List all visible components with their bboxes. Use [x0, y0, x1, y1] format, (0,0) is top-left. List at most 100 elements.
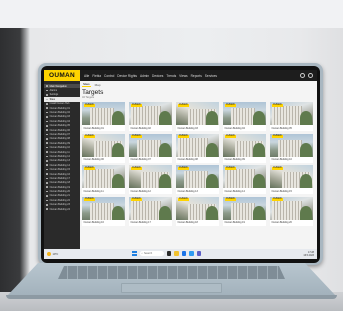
site-card[interactable]: OUMAN Ouman Building 17	[129, 196, 172, 226]
background-wall	[0, 0, 343, 28]
menu-item[interactable]: Control	[104, 74, 114, 78]
ouman-logo[interactable]: OUMAN	[44, 70, 80, 81]
sidebar-item-label: Ouman Building 15	[49, 168, 70, 172]
menu-item[interactable]: Device Rights	[117, 74, 137, 78]
ouman-tag: OUMAN	[271, 166, 284, 170]
tab-map[interactable]: Map	[94, 83, 102, 87]
trackpad	[121, 283, 222, 293]
tree-shape	[206, 142, 218, 157]
bullet-icon	[46, 85, 48, 87]
tree-shape	[112, 111, 124, 125]
site-card[interactable]: OUMAN Ouman Building 01	[82, 102, 125, 131]
bullet-icon	[46, 102, 48, 105]
site-card[interactable]: OUMAN Ouman Building 09	[223, 133, 266, 163]
help-icon[interactable]	[300, 73, 305, 78]
sidebar-item-label: Ouman Building 14	[49, 163, 70, 167]
site-card[interactable]: OUMAN Ouman Building 02	[129, 102, 172, 131]
tree-shape	[159, 205, 171, 220]
sidebar-item-label: Ouman Building 03	[49, 115, 70, 119]
menu-item[interactable]: Devices	[152, 74, 163, 78]
building-shape	[90, 108, 114, 125]
site-card[interactable]: OUMAN Ouman Building 10	[270, 133, 313, 163]
site-card[interactable]: OUMAN Ouman Building 13	[176, 165, 219, 194]
building-shape	[225, 169, 255, 188]
topbar-actions	[300, 73, 317, 78]
tree-shape	[206, 205, 218, 220]
building-photo: OUMAN	[270, 102, 313, 125]
site-card[interactable]: OUMAN Ouman Building 11	[82, 165, 125, 194]
site-card-caption: Ouman Building 19	[223, 219, 266, 226]
ouman-tag: OUMAN	[224, 103, 237, 107]
bullet-icon	[46, 133, 48, 136]
site-card[interactable]: OUMAN Ouman Building 07	[129, 133, 172, 163]
task-view-icon[interactable]	[166, 251, 171, 256]
site-card[interactable]: OUMAN Ouman Building 14	[223, 165, 266, 194]
building-photo: OUMAN	[223, 102, 266, 125]
tree-shape	[300, 174, 312, 188]
search-placeholder: Search	[143, 252, 153, 255]
site-card[interactable]: OUMAN Ouman Building 19	[223, 196, 266, 226]
site-card[interactable]: OUMAN Ouman Building 12	[129, 165, 172, 194]
site-card[interactable]: OUMAN Ouman Building 05	[270, 102, 313, 131]
site-card[interactable]: OUMAN Ouman Building 16	[82, 196, 125, 226]
bullet-icon	[46, 138, 48, 140]
sun-icon	[47, 252, 51, 256]
windows-start-icon[interactable]	[132, 251, 137, 256]
bullet-icon	[46, 208, 48, 210]
ouman-tag: OUMAN	[177, 198, 190, 202]
main-content: Sites Map Targets 32 Targets OUMAN Ouman …	[82, 82, 315, 248]
menu-item[interactable]: Services	[205, 74, 217, 78]
site-card[interactable]: OUMAN Ouman Building 18	[176, 196, 219, 226]
tab-sites[interactable]: Sites	[82, 82, 91, 87]
menu-item[interactable]: Admin	[140, 74, 149, 78]
menu-item[interactable]: Fiebia	[92, 74, 101, 78]
store-icon[interactable]	[189, 251, 194, 256]
page-title: Targets	[82, 89, 104, 96]
menu-item[interactable]: Reports	[191, 74, 202, 78]
site-card[interactable]: OUMAN Ouman Building 03	[176, 102, 219, 131]
tree-shape	[159, 142, 171, 157]
bullet-icon	[46, 120, 48, 123]
tree-shape	[159, 174, 171, 188]
ouman-tag: OUMAN	[130, 198, 143, 202]
user-icon[interactable]	[308, 73, 313, 78]
site-card[interactable]: OUMAN Ouman Building 20	[270, 196, 313, 226]
site-card[interactable]: OUMAN Ouman Building 08	[176, 133, 219, 163]
edge-browser-icon[interactable]	[181, 251, 186, 256]
site-card[interactable]: OUMAN Ouman Building 06	[82, 133, 125, 163]
sidebar-item-label: Ouman Building 23	[49, 203, 70, 207]
building-shape	[131, 106, 161, 125]
menu-item[interactable]: Alle	[84, 74, 89, 78]
weather-temperature: 19°C	[52, 252, 59, 256]
building-shape	[272, 200, 302, 220]
building-photo: OUMAN	[176, 196, 219, 220]
sidebar-item-label: Ouman Building 08	[49, 137, 70, 141]
building-shape	[137, 139, 161, 157]
sidebar-item-label: Ouman Building 06	[49, 128, 70, 132]
clock-date: 16.5.2023	[303, 253, 314, 257]
sidebar-item-label: Ouman Building 01	[49, 106, 70, 110]
system-tray[interactable]: 17:28 16.5.2023	[303, 251, 314, 258]
building-photo: OUMAN	[223, 165, 266, 188]
site-card-caption: Ouman Building 10	[270, 156, 313, 163]
ouman-tag: OUMAN	[83, 166, 96, 170]
menu-item[interactable]: Trends	[166, 74, 176, 78]
bullet-icon	[46, 142, 48, 145]
building-photo: OUMAN	[129, 133, 172, 157]
building-shape	[272, 106, 302, 125]
bullet-icon	[46, 203, 48, 206]
weather-widget[interactable]: 19°C	[44, 252, 58, 256]
building-photo: OUMAN	[82, 196, 125, 220]
tree-shape	[112, 205, 124, 220]
taskbar-search[interactable]: ⌕ Search	[139, 251, 164, 256]
teams-icon[interactable]	[196, 251, 201, 256]
menu-item[interactable]: Views	[179, 74, 187, 78]
site-card-caption: Ouman Building 15	[270, 188, 313, 194]
site-card[interactable]: OUMAN Ouman Building 04	[223, 102, 266, 131]
sidebar-item[interactable]: Ouman Building 24	[44, 207, 80, 211]
file-explorer-icon[interactable]	[174, 251, 179, 256]
bullet-icon	[46, 177, 48, 180]
site-card[interactable]: OUMAN Ouman Building 15	[270, 165, 313, 194]
search-icon: ⌕	[141, 252, 143, 255]
building-photo: OUMAN	[129, 165, 172, 188]
